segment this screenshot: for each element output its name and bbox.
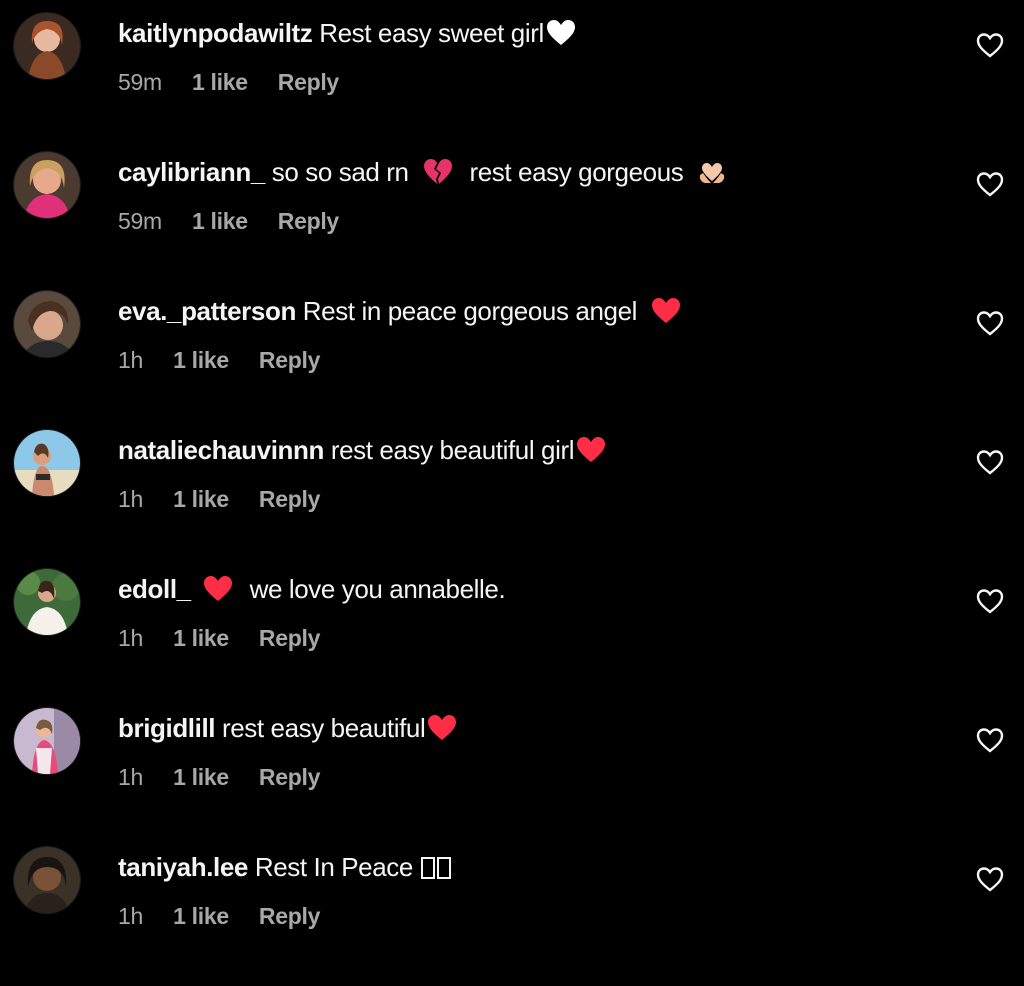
username-link[interactable]: brigidlill bbox=[118, 713, 216, 743]
comment-text-line: taniyah.lee Rest In Peace bbox=[118, 850, 451, 884]
comment-body: rest easy beautiful bbox=[221, 713, 426, 743]
username-link[interactable]: eva._patterson bbox=[118, 296, 296, 326]
avatar[interactable] bbox=[14, 569, 80, 635]
comment-body: Rest In Peace bbox=[254, 852, 414, 882]
comment-text-line: kaitlynpodawiltz Rest easy sweet girl bbox=[118, 16, 576, 50]
white-heart-icon bbox=[546, 20, 576, 46]
broken-heart-icon bbox=[423, 159, 453, 185]
comment-body: Rest easy sweet girl bbox=[319, 18, 544, 48]
red-heart-icon bbox=[651, 298, 681, 324]
reply-button[interactable]: Reply bbox=[259, 903, 320, 929]
comment-time: 59m bbox=[118, 208, 162, 234]
reply-button[interactable]: Reply bbox=[278, 208, 339, 234]
username-link[interactable]: caylibriann_ bbox=[118, 157, 265, 187]
like-count[interactable]: 1 like bbox=[192, 69, 248, 95]
comment-text-line: brigidlill rest easy beautiful bbox=[118, 711, 457, 745]
comment-body-continued: rest easy gorgeous bbox=[469, 157, 684, 187]
comment-body: so so sad rn bbox=[271, 157, 409, 187]
comment-time: 1h bbox=[118, 347, 143, 373]
username-link[interactable]: nataliechauvinnn bbox=[118, 435, 324, 465]
username-link[interactable]: taniyah.lee bbox=[118, 852, 248, 882]
like-count[interactable]: 1 like bbox=[192, 208, 248, 234]
comment-time: 1h bbox=[118, 625, 143, 651]
avatar[interactable] bbox=[14, 847, 80, 913]
reply-button[interactable]: Reply bbox=[259, 347, 320, 373]
reply-button[interactable]: Reply bbox=[278, 69, 339, 95]
reply-button[interactable]: Reply bbox=[259, 625, 320, 651]
comment-item: nataliechauvinnn rest easy beautiful gir… bbox=[0, 417, 1024, 527]
avatar[interactable] bbox=[14, 13, 80, 79]
missing-glyph-icon bbox=[419, 850, 451, 884]
heart-outline-icon[interactable] bbox=[975, 30, 1005, 60]
avatar[interactable] bbox=[14, 708, 80, 774]
heart-outline-icon[interactable] bbox=[975, 169, 1005, 199]
comment-meta: 1h 1 like Reply bbox=[118, 623, 344, 653]
red-heart-icon bbox=[427, 715, 457, 741]
heart-hands-icon bbox=[697, 161, 727, 185]
heart-outline-icon[interactable] bbox=[975, 725, 1005, 755]
comment-item: edoll_ we love you annabelle. 1h 1 like … bbox=[0, 556, 1024, 666]
heart-outline-icon[interactable] bbox=[975, 447, 1005, 477]
red-heart-icon bbox=[576, 437, 606, 463]
heart-outline-icon[interactable] bbox=[975, 586, 1005, 616]
comment-time: 59m bbox=[118, 69, 162, 95]
avatar[interactable] bbox=[14, 152, 80, 218]
like-count[interactable]: 1 like bbox=[173, 486, 229, 512]
comment-text-line: caylibriann_ so so sad rn rest easy gorg… bbox=[118, 155, 727, 189]
comment-time: 1h bbox=[118, 764, 143, 790]
comment-meta: 59m 1 like Reply bbox=[118, 67, 363, 97]
comment-item: eva._patterson Rest in peace gorgeous an… bbox=[0, 278, 1024, 388]
comment-time: 1h bbox=[118, 486, 143, 512]
comment-item: kaitlynpodawiltz Rest easy sweet girl 59… bbox=[0, 0, 1024, 110]
comment-meta: 1h 1 like Reply bbox=[118, 762, 344, 792]
username-link[interactable]: kaitlynpodawiltz bbox=[118, 18, 313, 48]
like-count[interactable]: 1 like bbox=[173, 625, 229, 651]
heart-outline-icon[interactable] bbox=[975, 864, 1005, 894]
avatar[interactable] bbox=[14, 291, 80, 357]
heart-outline-icon[interactable] bbox=[975, 308, 1005, 338]
comment-text-line: eva._patterson Rest in peace gorgeous an… bbox=[118, 294, 681, 328]
comment-body: rest easy beautiful girl bbox=[330, 435, 575, 465]
reply-button[interactable]: Reply bbox=[259, 486, 320, 512]
like-count[interactable]: 1 like bbox=[173, 903, 229, 929]
comment-item: caylibriann_ so so sad rn rest easy gorg… bbox=[0, 139, 1024, 249]
avatar[interactable] bbox=[14, 430, 80, 496]
comment-time: 1h bbox=[118, 903, 143, 929]
comment-text-line: nataliechauvinnn rest easy beautiful gir… bbox=[118, 433, 606, 467]
red-heart-icon bbox=[203, 576, 233, 602]
like-count[interactable]: 1 like bbox=[173, 764, 229, 790]
comment-body: Rest in peace gorgeous angel bbox=[302, 296, 638, 326]
comment-meta: 1h 1 like Reply bbox=[118, 484, 344, 514]
username-link[interactable]: edoll_ bbox=[118, 574, 191, 604]
reply-button[interactable]: Reply bbox=[259, 764, 320, 790]
comment-body: we love you annabelle. bbox=[249, 574, 506, 604]
comment-item: brigidlill rest easy beautiful 1h 1 like… bbox=[0, 695, 1024, 805]
comment-text-line: edoll_ we love you annabelle. bbox=[118, 572, 506, 606]
comments-list: kaitlynpodawiltz Rest easy sweet girl 59… bbox=[0, 0, 1024, 986]
comment-meta: 1h 1 like Reply bbox=[118, 901, 344, 931]
like-count[interactable]: 1 like bbox=[173, 347, 229, 373]
comment-meta: 59m 1 like Reply bbox=[118, 206, 363, 236]
comment-item: taniyah.lee Rest In Peace 1h 1 like Repl… bbox=[0, 834, 1024, 944]
comment-meta: 1h 1 like Reply bbox=[118, 345, 344, 375]
